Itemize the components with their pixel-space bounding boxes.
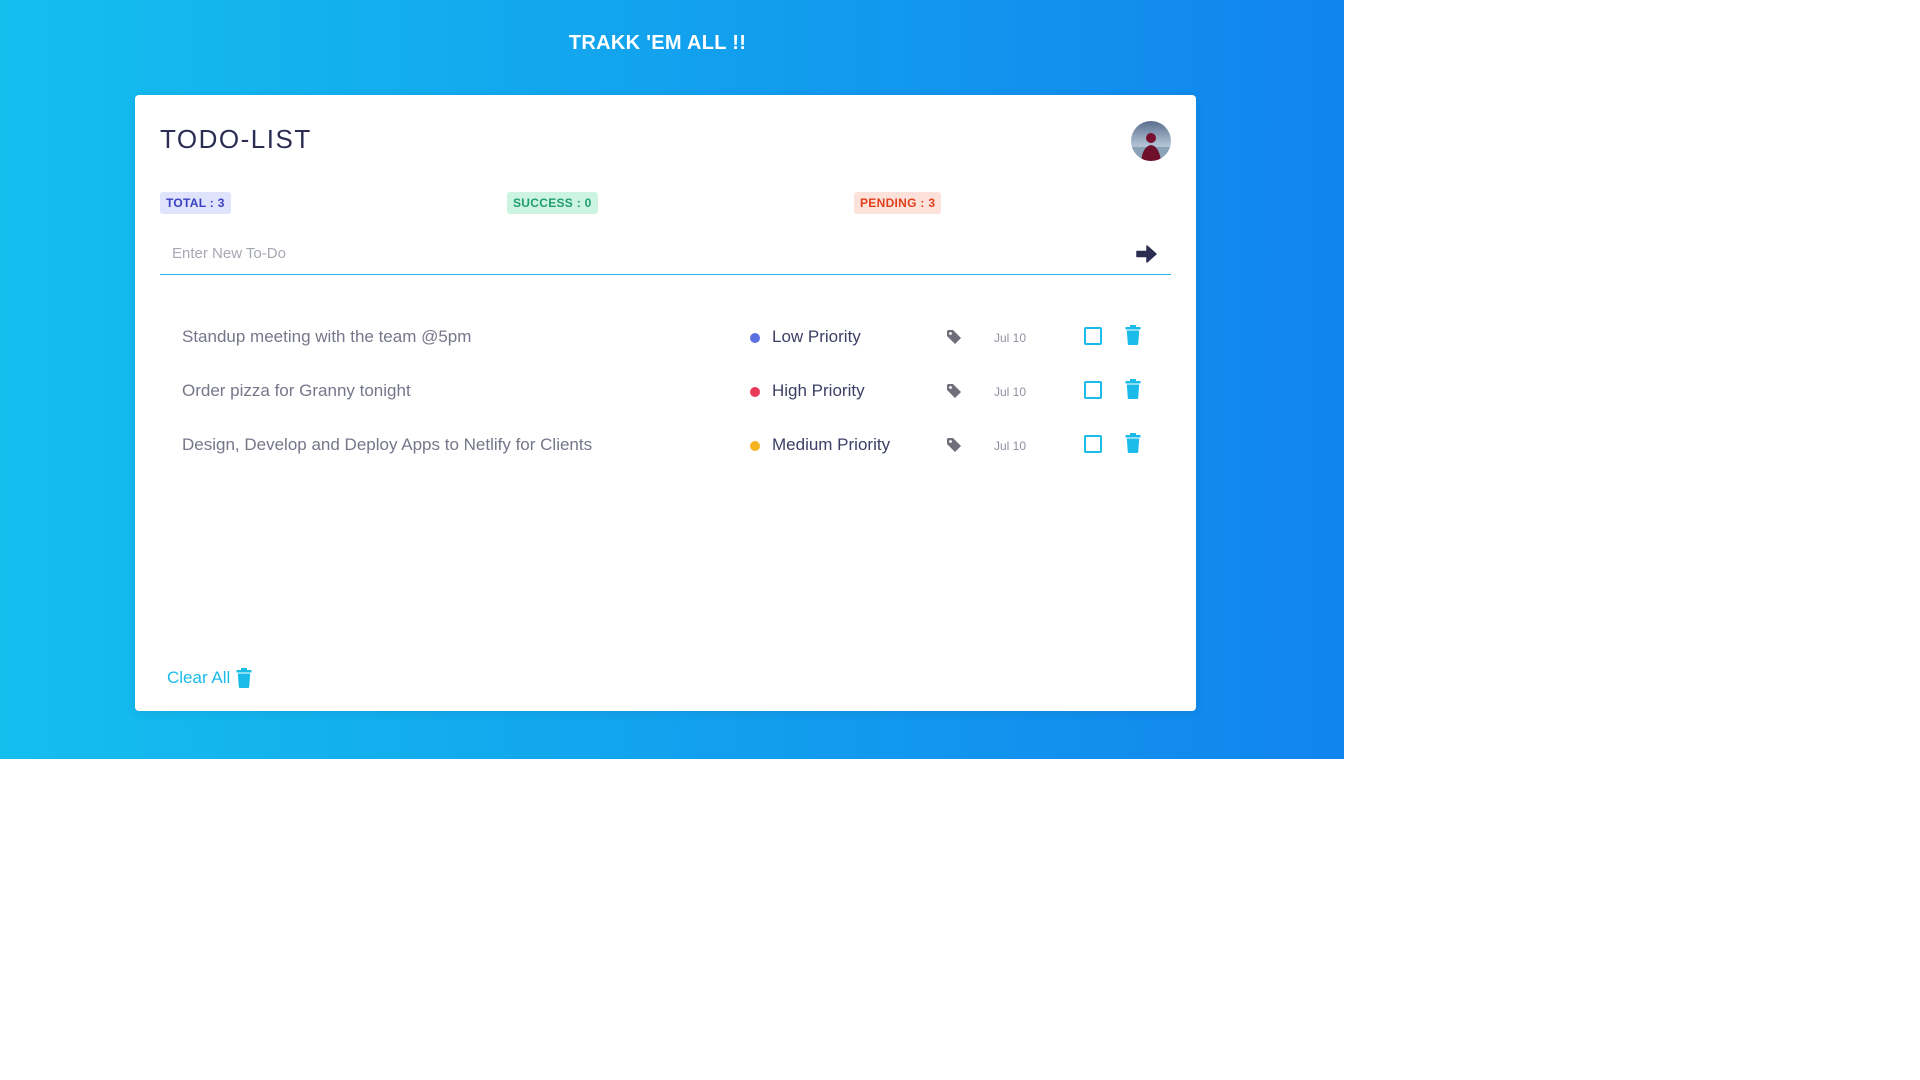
new-todo-form	[160, 233, 1171, 275]
todo-item: Standup meeting with the team @5pm Low P…	[135, 310, 1196, 364]
new-todo-input[interactable]	[160, 233, 1100, 273]
priority-label: Medium Priority	[772, 435, 891, 454]
clear-all-label: Clear All	[167, 668, 231, 687]
total-count-badge: TOTAL : 3	[160, 192, 231, 214]
priority-dot	[750, 441, 760, 451]
app-background: TRAKK 'EM ALL !! TODO-LIST TOTAL : 3 SUC…	[0, 0, 1344, 759]
tag-icon	[947, 438, 961, 452]
complete-checkbox[interactable]	[1084, 327, 1102, 345]
complete-checkbox[interactable]	[1084, 381, 1102, 399]
arrow-right-icon	[1136, 245, 1157, 263]
complete-checkbox[interactable]	[1084, 435, 1102, 453]
priority-dot	[750, 333, 760, 343]
todo-text: Design, Develop and Deploy Apps to Netli…	[182, 435, 593, 454]
tag-icon	[947, 384, 961, 398]
tag-icon	[947, 330, 961, 344]
delete-trash-icon[interactable]	[1125, 379, 1141, 399]
todo-date: Jul 10	[994, 331, 1027, 345]
priority-label: Low Priority	[772, 327, 861, 346]
todo-text: Order pizza for Granny tonight	[182, 381, 411, 400]
todo-item: Design, Develop and Deploy Apps to Netli…	[135, 418, 1196, 472]
clear-all-button[interactable]: Clear All	[167, 668, 252, 688]
page-title: TODO-LIST	[160, 124, 312, 154]
todo-list: Standup meeting with the team @5pm Low P…	[135, 310, 1196, 472]
submit-todo-button[interactable]	[1133, 241, 1159, 267]
pending-count-badge: PENDING : 3	[854, 192, 942, 214]
app-title: TRAKK 'EM ALL !!	[568, 32, 747, 54]
delete-trash-icon[interactable]	[1125, 325, 1141, 345]
avatar[interactable]	[1131, 121, 1171, 161]
priority-dot	[750, 387, 760, 397]
todo-date: Jul 10	[994, 385, 1027, 399]
success-count-badge: SUCCESS : 0	[507, 192, 598, 214]
trash-icon	[236, 668, 252, 688]
todo-item: Order pizza for Granny tonight High Prio…	[135, 364, 1196, 418]
delete-trash-icon[interactable]	[1125, 433, 1141, 453]
priority-label: High Priority	[772, 381, 865, 400]
avatar-image	[1131, 121, 1171, 161]
todo-text: Standup meeting with the team @5pm	[182, 327, 472, 346]
todo-card: TODO-LIST TOTAL : 3 SUCCESS : 0 PENDING …	[135, 95, 1196, 711]
todo-date: Jul 10	[994, 439, 1027, 453]
